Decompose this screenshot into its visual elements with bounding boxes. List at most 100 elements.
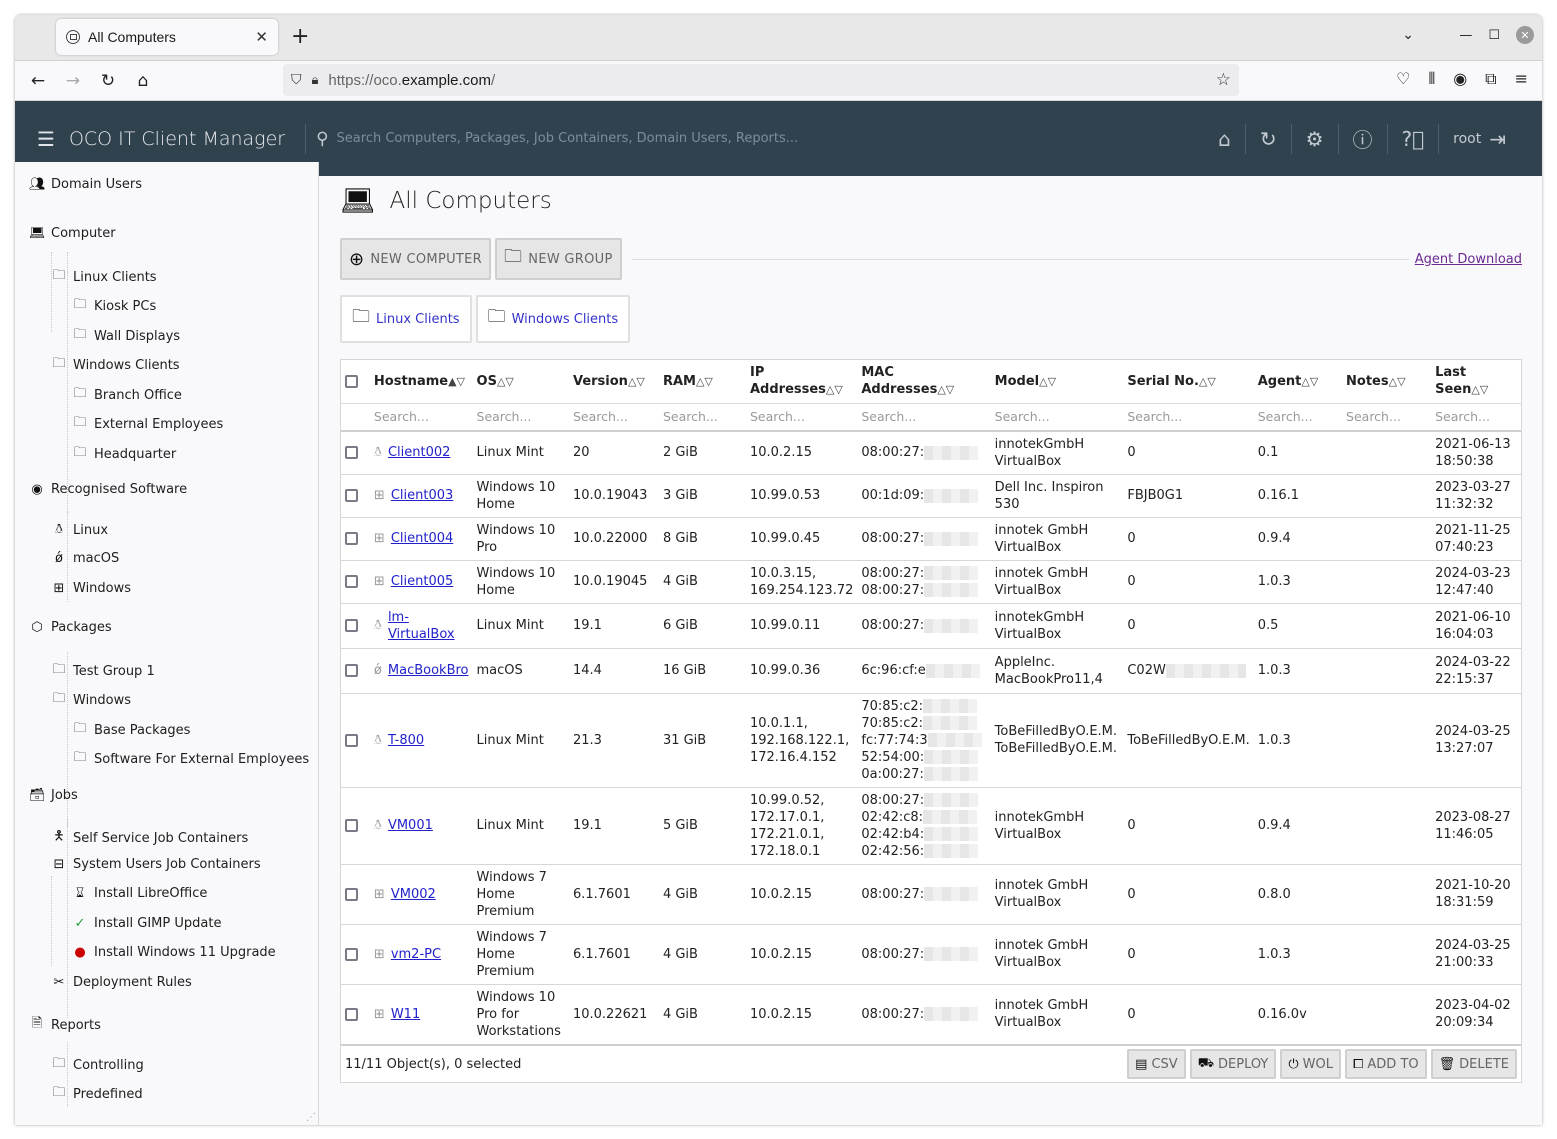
sidebar-item-windows[interactable]: ⊞ Windows (51, 581, 131, 596)
column-header-notes[interactable]: Notes△▽ (1342, 360, 1432, 404)
sidebar-item-predefined[interactable]: 🗀 Predefined (51, 1083, 142, 1105)
row-checkbox[interactable] (345, 619, 358, 632)
hamburger-menu-icon[interactable]: ☰ (37, 127, 55, 151)
sort-arrows-icon[interactable]: △▽ (826, 383, 843, 396)
url-text[interactable]: https://oco.example.com/ (328, 72, 1215, 89)
sidebar-item-test-group-1[interactable]: 🗀 Test Group 1 (51, 660, 154, 682)
browser-tab[interactable]: All Computers ✕ (56, 19, 278, 55)
select-all-checkbox[interactable] (345, 374, 358, 388)
table-row[interactable]: ⊞ vm2-PC Windows 7 Home Premium 6.1.7601 4 G… (341, 924, 1521, 985)
filter-notes-input[interactable] (1346, 408, 1428, 424)
refresh-button[interactable]: ↻ (1244, 123, 1291, 154)
hostname-link[interactable]: Client003 (391, 487, 453, 504)
global-search-input[interactable] (336, 131, 937, 146)
table-row[interactable]: ⊞ VM002 Windows 7 Home Premium 6.1.7601 4 Gi… (341, 864, 1521, 925)
home-icon[interactable]: ⌂ (131, 69, 155, 93)
table-row[interactable]: ⊞ Client003 Windows 10 Home 10.0.19043 3 GiB… (341, 474, 1521, 518)
sort-arrows-icon[interactable]: △▽ (696, 375, 713, 388)
group-windows-clients[interactable]: 🗀 Windows Clients (475, 295, 631, 343)
add-to-button[interactable]: ⧠ ADD TO (1345, 1049, 1427, 1079)
sidebar-item-windows[interactable]: 🗀 Windows (51, 689, 131, 711)
hostname-link[interactable]: W11 (391, 1006, 420, 1023)
reload-icon[interactable]: ↻ (96, 69, 120, 93)
extensions-icon[interactable]: ⧉ (1485, 69, 1496, 89)
sidebar-item-controlling[interactable]: 🗀 Controlling (51, 1054, 143, 1076)
sidebar-item-install-windows-11-upgrade[interactable]: ● Install Windows 11 Upgrade (72, 945, 275, 960)
lock-warning-icon[interactable]: 🔒︎ (312, 73, 319, 88)
filter-model-input[interactable] (994, 408, 1120, 424)
sort-arrows-icon[interactable]: △▽ (1199, 375, 1216, 388)
row-checkbox[interactable] (345, 489, 358, 502)
sidebar-item-install-libreoffice[interactable]: ⌛︎ Install LibreOffice (72, 886, 208, 901)
sort-arrows-icon[interactable]: △▽ (497, 375, 514, 388)
filter-ram-input[interactable] (662, 408, 742, 424)
hostname-link[interactable]: VM001 (388, 817, 433, 834)
table-row[interactable]: 🐧︎ lm-VirtualBox Linux Mint 19.1 6 GiB 10.99.… (341, 603, 1521, 649)
column-header-serial-no-[interactable]: Serial No.△▽ (1123, 360, 1254, 404)
info-button[interactable]: ⓘ (1337, 123, 1387, 154)
sort-arrows-icon[interactable]: △▽ (937, 383, 954, 396)
sidebar-item-packages[interactable]: ⬡ Packages (29, 620, 111, 635)
filter-last-seen-input[interactable] (1435, 408, 1517, 424)
sidebar-item-branch-office[interactable]: 🗀 Branch Office (72, 384, 181, 406)
sidebar-item-jobs[interactable]: 🗃︎ Jobs (29, 788, 78, 803)
table-row[interactable]: ⊞ W11 Windows 10 Pro for Workstations 10.0.… (341, 984, 1521, 1045)
wol-button[interactable]: ⏻ WOL (1280, 1049, 1341, 1079)
close-tab-icon[interactable]: ✕ (255, 28, 268, 46)
row-checkbox[interactable] (345, 575, 358, 588)
app-title[interactable]: OCO IT Client Manager (69, 128, 285, 150)
sidebar-item-system-users-job-containers[interactable]: ⊟ System Users Job Containers (51, 857, 261, 872)
help-button[interactable]: ?⃝ (1386, 123, 1439, 154)
hostname-link[interactable]: vm2-PC (391, 946, 441, 963)
column-header-version[interactable]: Version△▽ (568, 360, 659, 404)
maximize-icon[interactable]: ☐ (1488, 28, 1500, 43)
hostname-link[interactable]: lm-VirtualBox (388, 609, 469, 643)
row-checkbox[interactable] (345, 887, 358, 901)
sort-arrows-icon[interactable]: △▽ (1389, 375, 1406, 388)
hostname-link[interactable]: VM002 (391, 886, 436, 903)
sidebar-item-external-employees[interactable]: 🗀 External Employees (72, 413, 223, 435)
sidebar-item-reports[interactable]: 🗎 Reports (29, 1014, 101, 1036)
new-computer-button[interactable]: ⊕ NEW COMPUTER (340, 238, 491, 280)
filter-ip-addresses-input[interactable] (749, 408, 854, 424)
shield-icon[interactable]: ⛉ (291, 72, 302, 88)
hostname-link[interactable]: T-800 (388, 732, 424, 749)
new-tab-button[interactable]: + (291, 25, 309, 49)
row-checkbox[interactable] (345, 819, 358, 832)
account-icon[interactable]: ◉ (1453, 69, 1467, 89)
sidebar-item-linux[interactable]: 🐧︎ Linux (51, 522, 108, 538)
sidebar-item-domain-users[interactable]: 👥︎ Domain Users (29, 177, 142, 192)
table-row[interactable]: ⊞ Client005 Windows 10 Home 10.0.19045 4 GiB… (341, 560, 1521, 604)
hostname-link[interactable]: Client002 (388, 444, 450, 461)
sort-arrows-icon[interactable]: ▲▽ (448, 375, 465, 388)
table-row[interactable]: 🐧︎ VM001 Linux Mint 19.1 5 GiB 10.99.0.52, 172… (341, 787, 1521, 865)
sidebar-item-windows-clients[interactable]: 🗀 Windows Clients (51, 354, 179, 376)
sidebar-item-kiosk-pcs[interactable]: 🗀 Kiosk PCs (72, 295, 156, 317)
column-header-agent[interactable]: Agent△▽ (1253, 360, 1343, 404)
hostname-link[interactable]: Client004 (391, 530, 453, 547)
sidebar-item-deployment-rules[interactable]: ✂ Deployment Rules (51, 975, 192, 990)
row-checkbox[interactable] (345, 446, 358, 460)
filter-hostname-input[interactable] (373, 408, 469, 424)
row-checkbox[interactable] (345, 947, 358, 961)
agent-download-link[interactable]: Agent Download (1415, 252, 1522, 267)
hostname-link[interactable]: Client005 (391, 573, 453, 590)
row-checkbox[interactable] (345, 664, 358, 677)
filter-serial-no--input[interactable] (1127, 408, 1250, 424)
column-header-os[interactable]: OS△▽ (472, 360, 569, 404)
filter-version-input[interactable] (572, 408, 655, 424)
column-header-ip-addresses[interactable]: IP Addresses△▽ (745, 360, 858, 404)
filter-mac-addresses-input[interactable] (861, 408, 987, 424)
sidebar-item-wall-displays[interactable]: 🗀 Wall Displays (72, 325, 180, 347)
column-header-ram[interactable]: RAM△▽ (658, 360, 746, 404)
window-close-icon[interactable]: ✕ (1516, 26, 1534, 44)
table-row[interactable]: ǿ MacBookBro macOS 14.4 16 GiB 10.99.0.36 6c:9… (341, 648, 1521, 694)
menu-icon[interactable]: ≡ (1515, 69, 1528, 89)
sidebar-item-software-for-external-employees[interactable]: 🗀 Software For External Employees (72, 748, 309, 770)
sort-arrows-icon[interactable]: △▽ (1039, 375, 1056, 388)
row-checkbox[interactable] (345, 532, 358, 545)
home-button[interactable]: ⌂ (1204, 124, 1245, 154)
column-header-hostname[interactable]: Hostname▲▽ (369, 360, 473, 404)
forward-icon[interactable]: → (61, 69, 85, 93)
minimize-icon[interactable]: — (1459, 28, 1472, 43)
